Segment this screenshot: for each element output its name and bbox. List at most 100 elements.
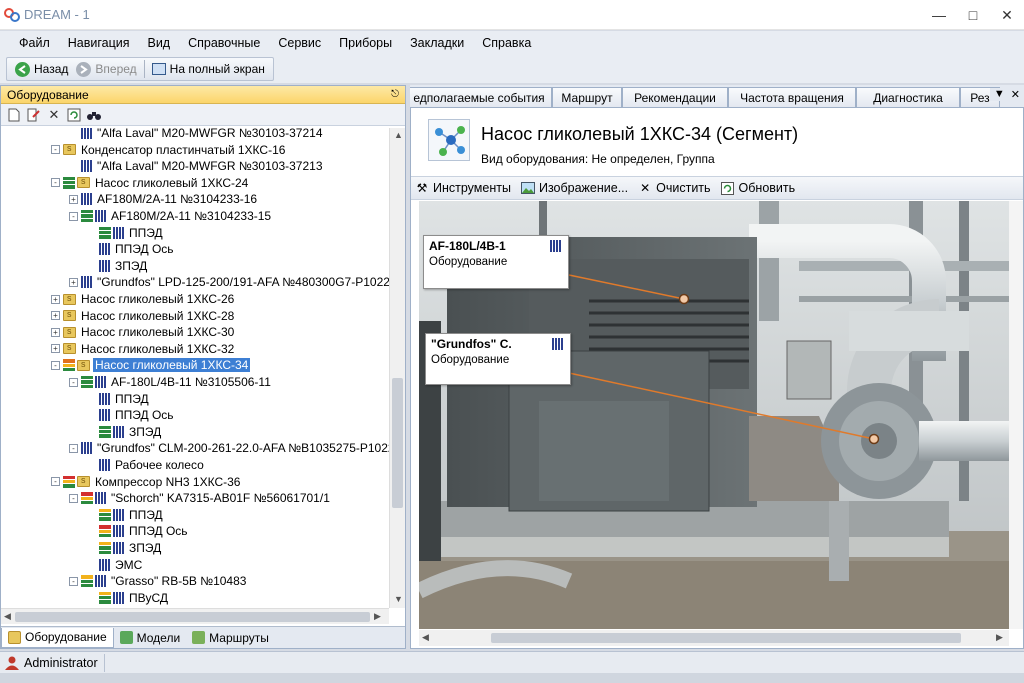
tree-item-selected[interactable]: - Насос гликолевый 1ХКС-34 xyxy=(51,357,251,373)
tree-item[interactable]: + Насос гликолевый 1ХКС-30 xyxy=(51,324,236,340)
collapse-icon[interactable]: - xyxy=(69,377,78,387)
app-logo-icon xyxy=(3,7,21,23)
collapse-icon[interactable]: - xyxy=(51,477,60,487)
refresh-button[interactable]: Обновить xyxy=(721,181,795,195)
measurement-bars-icon xyxy=(81,193,92,206)
tree-item[interactable]: - AF180M/2A-11 №3104233-15 xyxy=(69,208,273,224)
tree-item[interactable]: + Насос гликолевый 1ХКС-26 xyxy=(51,291,236,307)
tab-recommendations[interactable]: Рекомендации xyxy=(622,87,728,107)
equipment-tree[interactable]: "Alfa Laval" M20-MWFGR №30103-37214 - Конд… xyxy=(1,128,389,608)
tree-item[interactable]: + Насос гликолевый 1ХКС-32 xyxy=(51,341,236,357)
tree-item[interactable]: + Насос гликолевый 1ХКС-28 xyxy=(51,308,236,324)
tree-item[interactable]: "Alfa Laval" M20-MWFGR №30103-37213 xyxy=(69,158,325,174)
expand-icon[interactable]: + xyxy=(51,327,60,337)
tree-horizontal-scrollbar[interactable]: ◀ ▶ xyxy=(1,608,389,624)
tab-diagnostics[interactable]: Диагностика xyxy=(856,87,960,107)
equipment-photo[interactable]: AF-180L/4B-1 Оборудование "Grundfos" C. … xyxy=(419,201,1009,629)
menu-view[interactable]: Вид xyxy=(147,36,170,50)
menu-reference[interactable]: Справочные xyxy=(188,36,260,50)
pump-callout[interactable]: "Grundfos" C. Оборудование xyxy=(425,333,571,385)
photo-horizontal-scroll-thumb[interactable] xyxy=(491,633,961,643)
image-button[interactable]: Изображение... xyxy=(520,181,628,195)
tree-item-label: Насос гликолевый 1ХКС-30 xyxy=(81,325,235,340)
expand-icon[interactable]: + xyxy=(51,344,60,354)
tab-route[interactable]: Маршрут xyxy=(552,87,622,107)
tree-item[interactable]: ППЭД Ось xyxy=(87,241,176,257)
expand-icon[interactable]: + xyxy=(69,277,78,287)
tree-item[interactable]: "Alfa Laval" M20-MWFGR №30103-37214 xyxy=(69,128,325,141)
photo-vertical-scrollbar[interactable] xyxy=(1009,201,1023,629)
tree-item[interactable]: - "Grundfos" CLM-200-261-22.0-AFA №B10352… xyxy=(69,440,389,456)
tree-item[interactable]: ППЭД Ось xyxy=(87,407,176,423)
tab-list-chevron-down-icon[interactable]: ▼ xyxy=(994,88,1005,101)
menu-navigation[interactable]: Навигация xyxy=(68,36,130,50)
tree-item[interactable]: + "Grundfos" LPD-125-200/191-AFA №480300G… xyxy=(69,274,389,290)
tab-assumed-events[interactable]: едполагаемые события xyxy=(410,87,552,107)
close-button[interactable]: ✕ xyxy=(990,0,1024,30)
new-item-icon[interactable] xyxy=(4,106,24,124)
photo-scroll-right-icon[interactable]: ▶ xyxy=(996,632,1003,643)
tree-horizontal-scroll-thumb[interactable] xyxy=(15,612,370,622)
collapse-icon[interactable]: - xyxy=(69,443,78,453)
tree-item[interactable]: + AF180M/2A-11 №3104233-16 xyxy=(69,191,259,207)
tree-item[interactable]: - "Schorch" KA7315-AB01F №56061701/1 xyxy=(69,490,332,506)
tab-equipment[interactable]: Оборудование xyxy=(1,627,114,648)
tree-item[interactable]: ППЭД xyxy=(87,391,151,407)
tree-vertical-scrollbar[interactable]: ▲ ▼ xyxy=(389,128,405,608)
edit-item-icon[interactable] xyxy=(24,106,44,124)
tree-item[interactable]: - Конденсатор пластинчатый 1ХКС-16 xyxy=(51,142,287,158)
tree-vertical-scroll-thumb[interactable] xyxy=(392,378,403,508)
tree-item[interactable]: ПВуСД xyxy=(87,590,170,606)
tab-rotation-frequency[interactable]: Частота вращения xyxy=(728,87,856,107)
tree-item[interactable]: ЗПЭД xyxy=(87,424,163,440)
tree-item[interactable]: ЭМС xyxy=(87,557,144,573)
tree-item[interactable]: ЗПЭД xyxy=(87,258,149,274)
fullscreen-button[interactable]: На полный экран xyxy=(148,58,269,80)
scroll-down-icon[interactable]: ▼ xyxy=(394,594,403,604)
menu-help[interactable]: Справка xyxy=(482,36,531,50)
pin-icon[interactable]: ⎋ xyxy=(391,89,399,100)
menu-file[interactable]: Файл xyxy=(19,36,50,50)
menu-devices[interactable]: Приборы xyxy=(339,36,392,50)
close-tab-icon[interactable]: ✕ xyxy=(1011,88,1020,101)
scroll-up-icon[interactable]: ▲ xyxy=(394,130,403,140)
expand-icon[interactable]: + xyxy=(51,294,60,304)
photo-scroll-left-icon[interactable]: ◀ xyxy=(422,632,429,643)
menu-service[interactable]: Сервис xyxy=(278,36,321,50)
tree-item[interactable]: ППЭД xyxy=(87,507,165,523)
collapse-icon[interactable]: - xyxy=(69,493,78,503)
search-binoculars-icon[interactable] xyxy=(84,106,104,124)
back-button[interactable]: Назад xyxy=(11,58,72,80)
tree-item[interactable]: - Компрессор NH3 1ХКС-36 xyxy=(51,474,242,490)
collapse-icon[interactable]: - xyxy=(51,178,60,188)
expand-icon[interactable]: + xyxy=(51,311,60,321)
expand-icon[interactable]: + xyxy=(69,194,78,204)
tree-item[interactable]: - Насос гликолевый 1ХКС-24 xyxy=(51,175,250,191)
motor-callout[interactable]: AF-180L/4B-1 Оборудование xyxy=(423,235,569,289)
tools-button[interactable]: ⚒ Инструменты xyxy=(415,181,511,195)
refresh-tree-icon[interactable] xyxy=(64,106,84,124)
scroll-right-icon[interactable]: ▶ xyxy=(374,611,381,622)
menu-bookmarks[interactable]: Закладки xyxy=(410,36,464,50)
delete-icon[interactable]: ✕ xyxy=(44,106,64,124)
collapse-icon[interactable]: - xyxy=(69,211,78,221)
tab-models[interactable]: Модели xyxy=(114,628,187,648)
forward-button[interactable]: Вперед xyxy=(72,58,140,80)
clear-button[interactable]: ✕ Очистить xyxy=(638,181,710,195)
tree-item[interactable]: - "Grasso" RB-5B №10483 xyxy=(69,573,248,589)
minimize-button[interactable]: — xyxy=(922,0,956,30)
scroll-left-icon[interactable]: ◀ xyxy=(4,611,11,622)
tree-item[interactable]: - AF-180L/4B-11 №3105506-11 xyxy=(69,374,273,390)
tab-routes[interactable]: Маршруты xyxy=(186,628,275,648)
tree-item[interactable]: ППЭД Ось xyxy=(87,523,190,539)
tree-item[interactable]: ППЭД xyxy=(87,225,165,241)
collapse-icon[interactable]: - xyxy=(69,576,78,586)
tree-item[interactable]: ЗПЭД xyxy=(87,540,163,556)
measurement-bars-icon xyxy=(113,508,124,521)
maximize-button[interactable]: □ xyxy=(956,0,990,30)
current-user[interactable]: Administrator xyxy=(4,653,105,672)
photo-horizontal-scrollbar[interactable]: ◀ ▶ xyxy=(419,630,1009,646)
collapse-icon[interactable]: - xyxy=(51,360,60,370)
collapse-icon[interactable]: - xyxy=(51,145,60,155)
tree-item[interactable]: Рабочее колесо xyxy=(87,457,206,473)
